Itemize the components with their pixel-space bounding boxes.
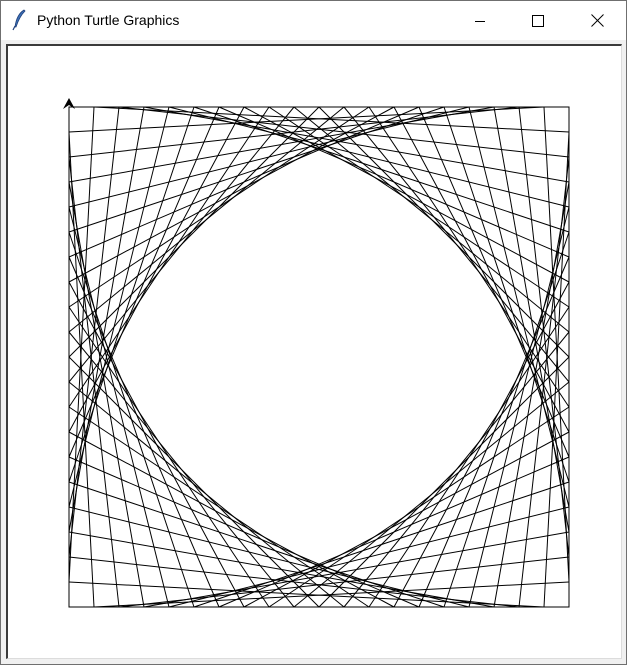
- envelope-line-top-right: [118, 106, 570, 158]
- window-client-area: [5, 43, 622, 660]
- maximize-button[interactable]: [509, 1, 567, 40]
- envelope-line-top-left: [68, 106, 120, 558]
- envelope-line-top-left: [68, 106, 145, 533]
- turtle-window: Python Turtle Graphics: [0, 0, 627, 665]
- maximize-icon: [532, 14, 544, 27]
- envelope-line-bottom-right: [493, 181, 570, 608]
- envelope-line-bottom-left: [68, 531, 495, 608]
- envelope-line-top-right: [143, 106, 570, 183]
- minimize-icon: [474, 15, 486, 27]
- window-title: Python Turtle Graphics: [37, 12, 180, 28]
- close-button[interactable]: [568, 1, 626, 40]
- minimize-button[interactable]: [451, 1, 509, 40]
- title-bar[interactable]: Python Turtle Graphics: [1, 1, 626, 40]
- turtle-canvas: [63, 98, 570, 608]
- feather-icon: [11, 9, 29, 31]
- square-outline: [68, 106, 570, 608]
- turtle-canvas-frame[interactable]: [6, 44, 622, 659]
- close-icon: [590, 14, 604, 27]
- envelope-line-bottom-right: [518, 156, 570, 608]
- envelope-line-bottom-left: [68, 556, 520, 608]
